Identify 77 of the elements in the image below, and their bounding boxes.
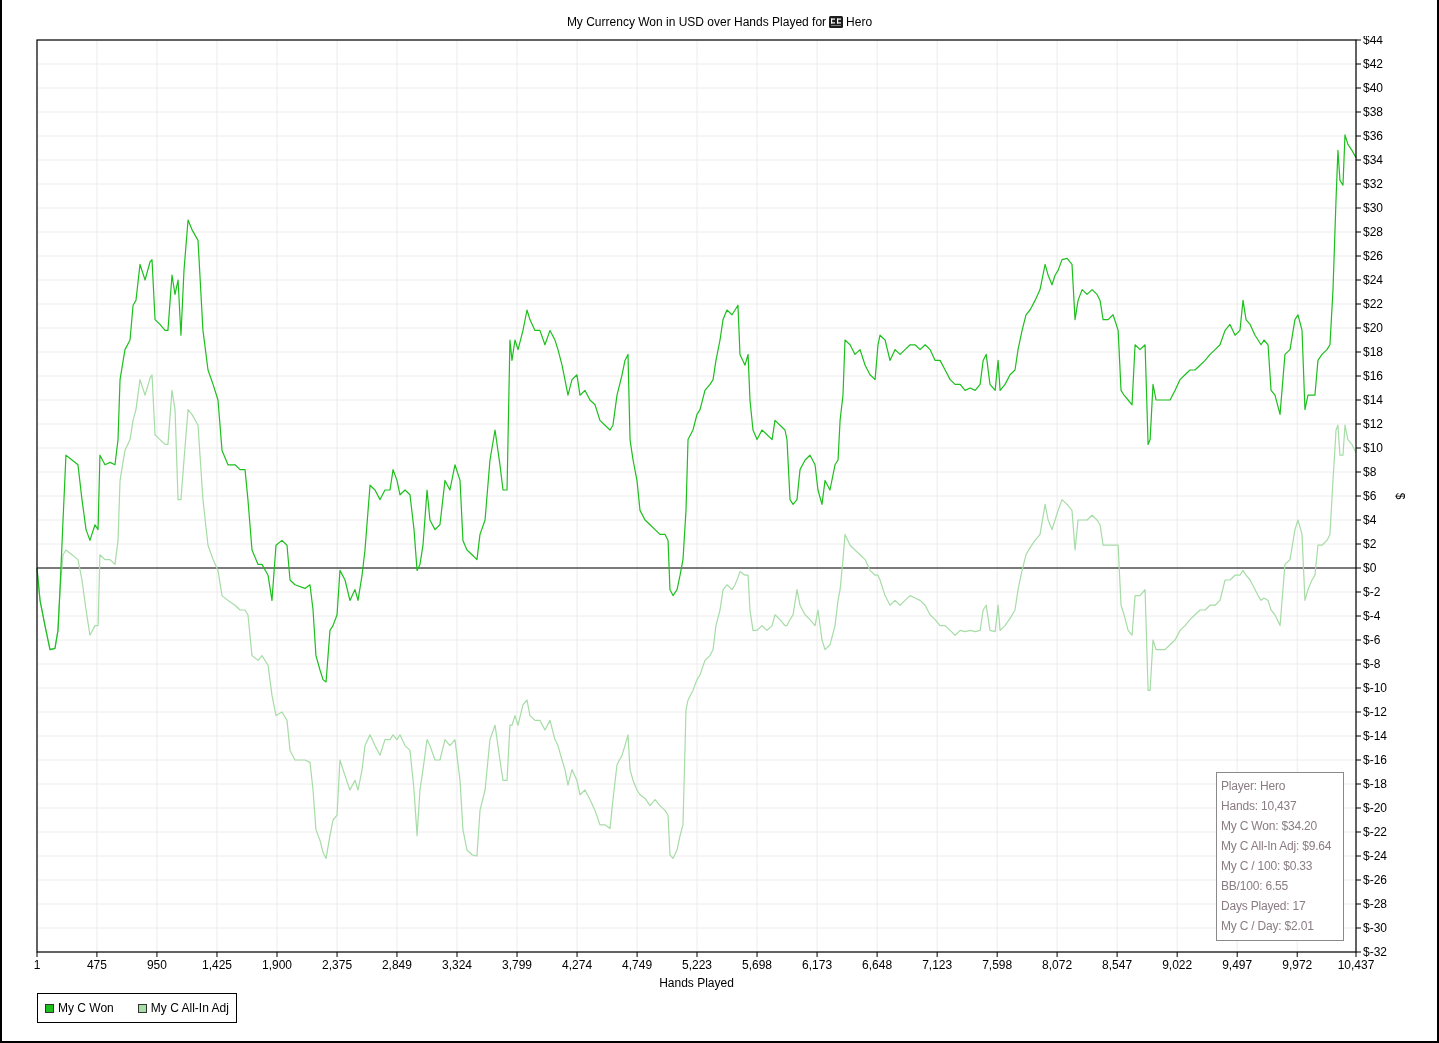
x-tick-label: 9,022 <box>1162 958 1193 972</box>
stats-text: Days Played: 17 <box>1221 898 1307 915</box>
logo-icon <box>829 16 844 28</box>
x-tick-label: 1,900 <box>262 958 293 972</box>
legend-label: My C Won <box>58 1001 114 1015</box>
y-tick-label: $-24 <box>1363 849 1388 863</box>
x-tick-label: 6,648 <box>862 958 893 972</box>
y-tick-label: $12 <box>1363 417 1384 431</box>
y-tick-label: $-4 <box>1363 609 1381 623</box>
y-tick-label: $-28 <box>1363 897 1388 911</box>
x-tick-label: 4,274 <box>562 958 593 972</box>
x-tick-label: 1 <box>33 958 41 972</box>
y-tick-label: $-10 <box>1363 681 1388 695</box>
x-tick-label: 2,375 <box>322 958 353 972</box>
y-tick-label: $24 <box>1363 273 1384 287</box>
y-tick-label: $38 <box>1363 105 1384 119</box>
y-tick-label: $4 <box>1363 513 1377 527</box>
x-axis-title: Hands Played <box>659 976 734 990</box>
x-tick-label: 475 <box>86 958 107 972</box>
player-name: Hero <box>846 15 873 29</box>
y-tick-label: $36 <box>1363 129 1384 143</box>
y-tick-label: $16 <box>1363 369 1384 383</box>
x-tick-label: 950 <box>146 958 167 972</box>
y-tick-label: $14 <box>1363 393 1384 407</box>
x-tick-label: 9,497 <box>1222 958 1253 972</box>
y-tick-label: $6 <box>1363 489 1377 503</box>
y-tick-label: $-2 <box>1363 585 1381 599</box>
y-tick-label: $-16 <box>1363 753 1388 767</box>
y-tick-label: $2 <box>1363 537 1377 551</box>
x-tick-label: 8,547 <box>1102 958 1133 972</box>
y-tick-label: $8 <box>1363 465 1377 479</box>
x-tick-label: 3,799 <box>502 958 533 972</box>
x-tick-label: 5,698 <box>742 958 773 972</box>
y-tick-label: $10 <box>1363 441 1384 455</box>
y-tick-label: $44 <box>1363 36 1384 47</box>
stats-text: BB/100: 6.55 <box>1221 878 1289 895</box>
x-tick-label: 9,972 <box>1282 958 1313 972</box>
y-tick-label: $-8 <box>1363 657 1381 671</box>
legend-label: My C All-In Adj <box>150 1001 229 1015</box>
y-tick-label: $42 <box>1363 57 1384 71</box>
x-tick-label: 10,437 <box>1337 958 1375 972</box>
y-tick-label: $-30 <box>1363 921 1388 935</box>
y-tick-label: $40 <box>1363 81 1384 95</box>
y-tick-label: $-26 <box>1363 873 1388 887</box>
stats-text: My C / 100: $0.33 <box>1221 858 1314 875</box>
x-tick-label: 7,598 <box>982 958 1013 972</box>
x-tick-label: 5,223 <box>682 958 712 972</box>
x-tick-label: 6,173 <box>802 958 833 972</box>
y-tick-label: $26 <box>1363 249 1384 263</box>
stats-text: My C All-In Adj: $9.64 <box>1221 838 1333 855</box>
x-tick-label: 7,123 <box>922 958 953 972</box>
y-tick-label: $-22 <box>1363 825 1388 839</box>
y-tick-label: $32 <box>1363 177 1384 191</box>
y-tick-label: $22 <box>1363 297 1384 311</box>
x-tick-label: 1,425 <box>201 958 232 972</box>
stats-text: Hands: 10,437 <box>1221 798 1298 815</box>
y-tick-label: $30 <box>1363 201 1384 215</box>
stats-text: Player: Hero <box>1221 778 1287 795</box>
y-tick-label: $28 <box>1363 225 1384 239</box>
y-tick-label: $18 <box>1363 345 1384 359</box>
y-tick-label: $-12 <box>1363 705 1388 719</box>
y-tick-label: $0 <box>1363 561 1377 575</box>
chart-title: My Currency Won in USD over Hands Played for <box>566 15 827 29</box>
x-tick-label: 4,749 <box>622 958 653 972</box>
x-tick-label: 3,324 <box>442 958 472 972</box>
y-tick-label: $-14 <box>1363 729 1388 743</box>
y-tick-label: $-32 <box>1363 945 1388 959</box>
y-tick-label: $34 <box>1363 153 1384 167</box>
y-tick-label: $-18 <box>1363 777 1388 791</box>
stats-text: My C Won: $34.20 <box>1221 818 1318 835</box>
y-tick-label: $-20 <box>1363 801 1388 815</box>
y-axis-title: $ <box>1393 492 1407 500</box>
x-tick-label: 8,072 <box>1042 958 1073 972</box>
x-tick-label: 2,849 <box>381 958 412 972</box>
y-tick-label: $-6 <box>1363 633 1381 647</box>
stats-text: My C / Day: $2.01 <box>1221 918 1315 935</box>
y-tick-label: $20 <box>1363 321 1384 335</box>
